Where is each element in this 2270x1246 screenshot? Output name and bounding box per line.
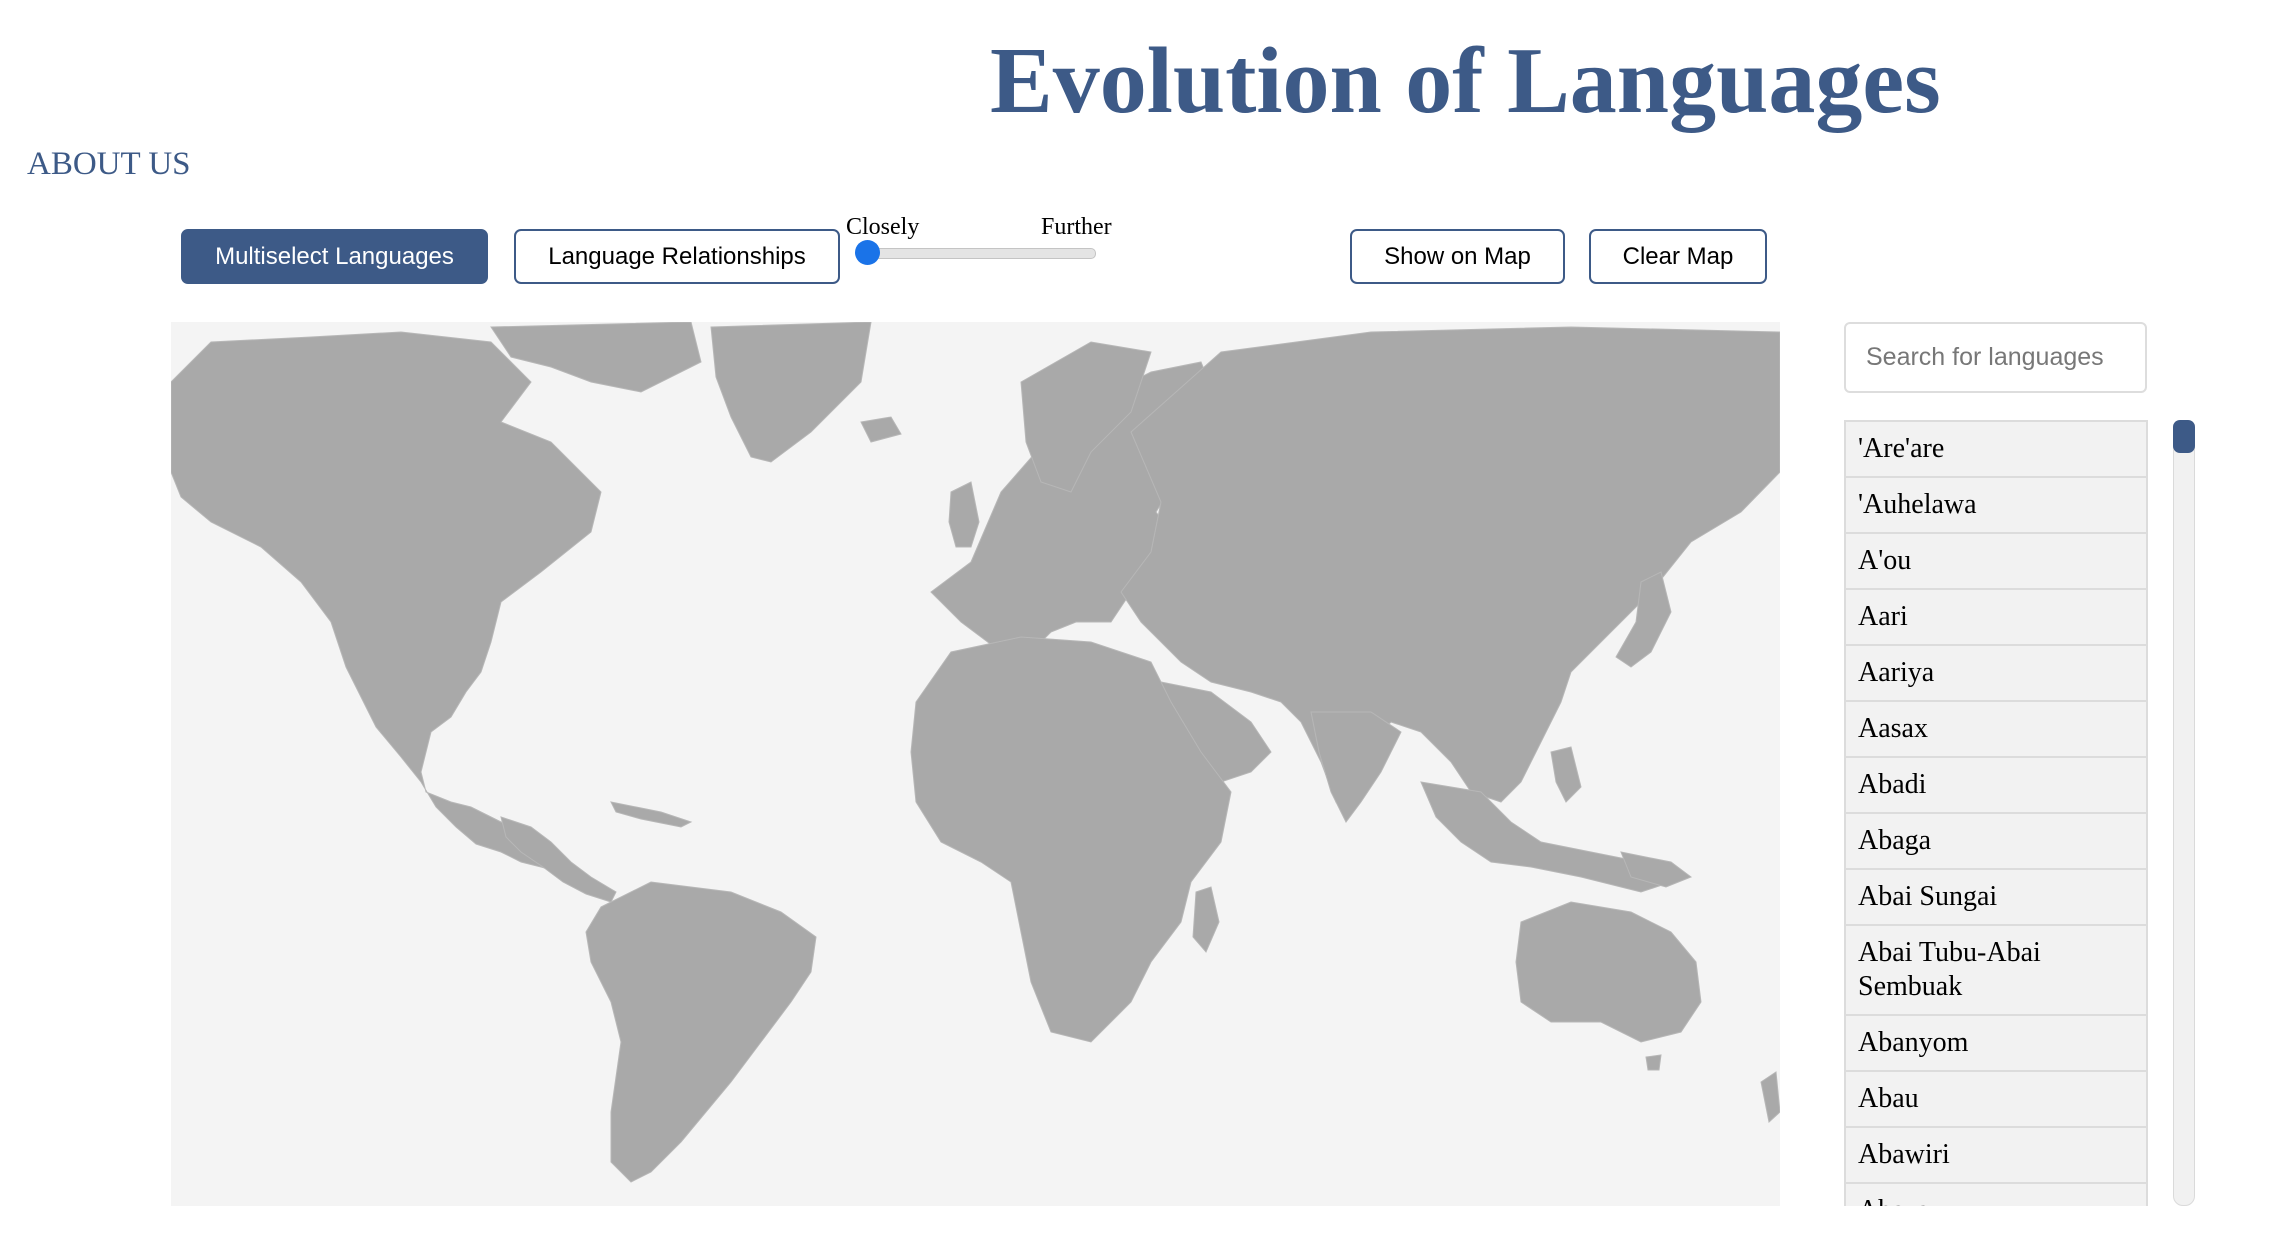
australia — [1515, 901, 1702, 1043]
slider-handle[interactable] — [855, 240, 880, 265]
language-search-input[interactable] — [1844, 322, 2147, 393]
page-title: Evolution of Languages — [990, 29, 1941, 133]
language-list-item[interactable]: Aari — [1844, 590, 2148, 646]
language-list-scroll-thumb[interactable] — [2173, 420, 2195, 453]
multiselect-languages-button[interactable]: Multiselect Languages — [181, 229, 488, 284]
language-list-item[interactable]: Abai Tubu-Abai Sembuak — [1844, 926, 2148, 1016]
language-list-item[interactable]: Aasax — [1844, 702, 2148, 758]
language-list-item[interactable]: Abadi — [1844, 758, 2148, 814]
world-map[interactable] — [171, 322, 1780, 1206]
language-list-item[interactable]: Abanyom — [1844, 1016, 2148, 1072]
language-list-item[interactable]: 'Are'are — [1844, 420, 2148, 478]
language-list-scrollbar[interactable] — [2173, 420, 2195, 1206]
clear-map-button[interactable]: Clear Map — [1589, 229, 1767, 284]
language-list-item[interactable]: Abawiri — [1844, 1128, 2148, 1184]
language-relationships-button[interactable]: Language Relationships — [514, 229, 840, 284]
british-isles — [948, 481, 980, 548]
language-list-item[interactable]: Aariya — [1844, 646, 2148, 702]
india — [1310, 711, 1402, 823]
show-on-map-button[interactable]: Show on Map — [1350, 229, 1565, 284]
new-zealand — [1760, 1071, 1780, 1123]
caribbean — [610, 801, 693, 828]
philippines — [1550, 746, 1582, 803]
language-list-item[interactable]: Abau — [1844, 1072, 2148, 1128]
about-us-link[interactable]: ABOUT US — [27, 146, 191, 183]
language-list-item[interactable]: Abaga — [1844, 814, 2148, 870]
slider-min-label: Closely — [846, 214, 920, 240]
language-list-item[interactable]: Abaza — [1844, 1184, 2148, 1206]
relationship-distance-slider[interactable] — [862, 248, 1096, 259]
slider-max-label: Further — [1041, 214, 1112, 240]
madagascar — [1192, 886, 1220, 953]
world-map-svg — [171, 322, 1780, 1183]
iceland — [860, 416, 902, 443]
language-list-item[interactable]: A'ou — [1844, 534, 2148, 590]
tasmania — [1645, 1054, 1662, 1071]
south-america — [585, 881, 817, 1183]
north-america — [171, 331, 602, 875]
language-list-item[interactable]: Abai Sungai — [1844, 870, 2148, 926]
greenland — [710, 322, 872, 463]
language-list-item[interactable]: 'Auhelawa — [1844, 478, 2148, 534]
language-list[interactable]: 'Are'are 'Auhelawa A'ou Aari Aariya Aasax Abad… — [1844, 420, 2148, 1206]
